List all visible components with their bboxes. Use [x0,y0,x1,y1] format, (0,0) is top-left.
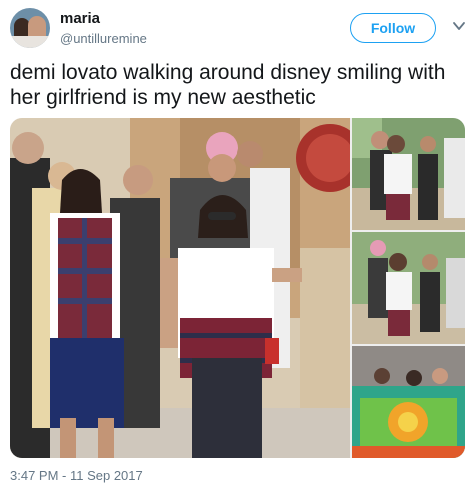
media-grid[interactable] [10,118,465,458]
user-names: maria @untilluremine [60,10,147,47]
user-handle[interactable]: @untilluremine [60,30,147,47]
avatar[interactable] [10,8,50,48]
side-photo-3[interactable] [352,346,465,458]
tweet-text: demi lovato walking around disney smilin… [10,61,446,109]
tweet-header: maria @untilluremine Follow [0,0,474,56]
tweet-timestamp[interactable]: 3:47 PM - 11 Sep 2017 [10,468,143,484]
side-photo-1[interactable] [352,118,465,230]
chevron-down-icon[interactable] [452,19,466,33]
display-name[interactable]: maria [60,10,147,28]
follow-button[interactable]: Follow [350,13,436,43]
side-photo-2[interactable] [352,232,465,344]
main-photo[interactable] [10,118,350,458]
